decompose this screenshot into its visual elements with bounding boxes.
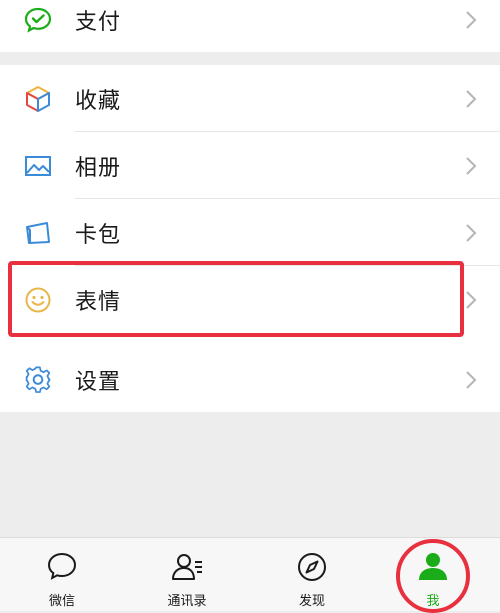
wallet-icon (22, 217, 54, 249)
chevron-right-icon (466, 290, 477, 309)
menu-item-label: 支付 (75, 9, 122, 35)
highlight-box (8, 261, 464, 337)
tab-label: 发现 (298, 594, 325, 609)
chevron-right-icon (466, 156, 477, 175)
menu-item-cards[interactable]: 卡包 (0, 199, 500, 266)
contacts-icon (172, 554, 202, 580)
highlight-circle (396, 539, 470, 613)
menu-item-label: 相册 (75, 155, 122, 181)
tab-label: 微信 (48, 594, 75, 609)
wechat-pay-icon (22, 4, 54, 36)
chevron-right-icon (466, 223, 477, 242)
chat-bubble-icon (47, 552, 77, 580)
picture-icon (22, 150, 54, 182)
tab-chats[interactable]: 微信 (22, 538, 102, 611)
menu-item-label: 设置 (75, 369, 122, 395)
cube-icon (22, 83, 54, 115)
compass-icon (298, 553, 326, 581)
chevron-right-icon (466, 370, 477, 389)
tab-discover[interactable]: 发现 (272, 538, 352, 611)
menu-item-favorites[interactable]: 收藏 (0, 65, 500, 132)
menu-item-settings[interactable]: 设置 (0, 346, 500, 413)
chevron-right-icon (466, 10, 477, 29)
menu-item-pay[interactable]: 支付 (0, 0, 500, 53)
menu-item-album[interactable]: 相册 (0, 132, 500, 199)
menu-item-label: 卡包 (75, 222, 122, 248)
menu-item-label: 收藏 (75, 88, 122, 114)
tab-label: 通讯录 (167, 594, 207, 609)
tab-contacts[interactable]: 通讯录 (147, 538, 227, 611)
gear-icon (22, 364, 54, 396)
chevron-right-icon (466, 89, 477, 108)
